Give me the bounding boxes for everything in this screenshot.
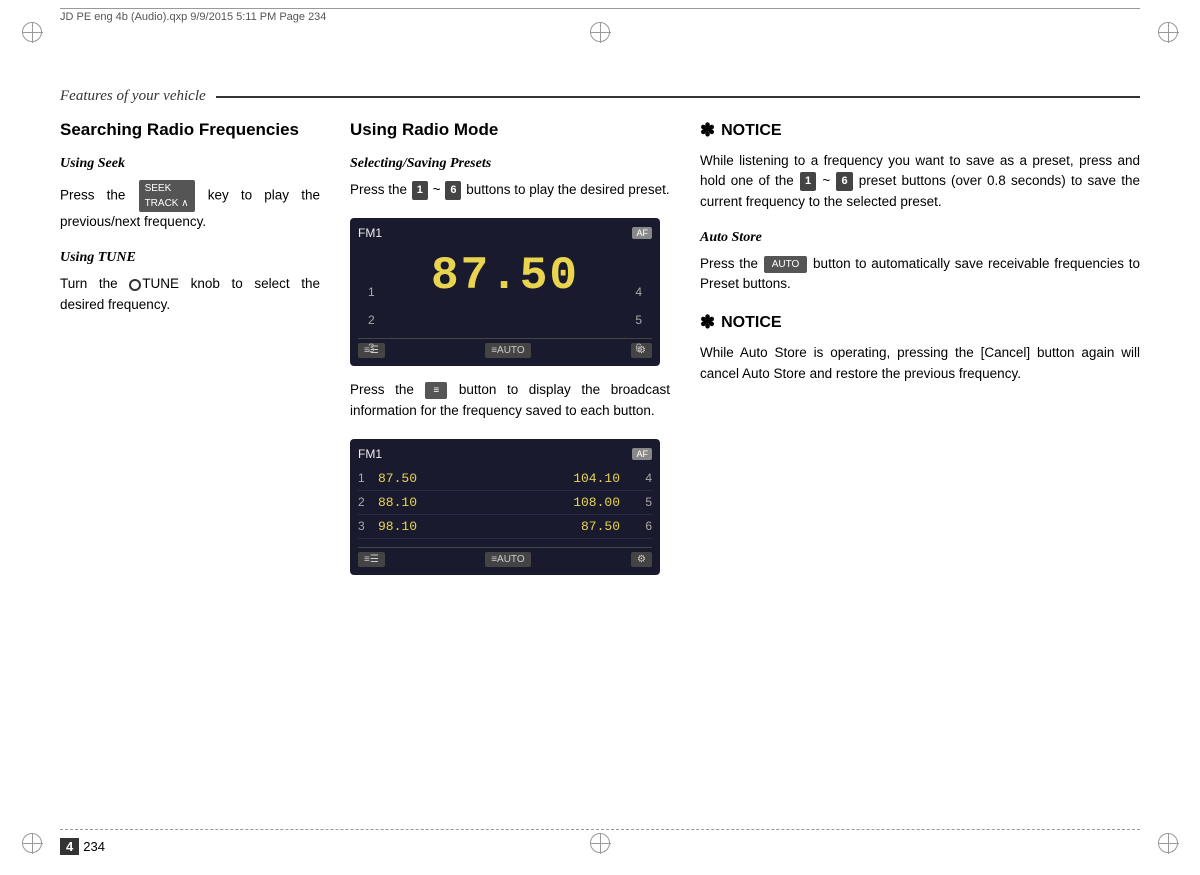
preset-num-2: 2 [368,313,375,327]
preset-freq-l-1: 87.50 [378,471,499,486]
selecting-heading: Selecting/Saving Presets [350,156,670,172]
preset-num-4: 4 [635,285,642,299]
notice2-heading: ✽ NOTICE [700,312,1140,333]
middle-column: Using Radio Mode Selecting/Saving Preset… [340,120,690,815]
preset-num-6: 6 [635,341,642,355]
tune-circle-icon [129,279,141,291]
preset-num-l-1: 1 [358,471,378,485]
radio-label-1: FM1 [358,226,382,240]
preset-num-1: 1 [368,285,375,299]
radio-left-numbers-1: 1 2 3 [368,285,375,355]
selecting-text-1: Press the [350,182,407,197]
info-display-button[interactable]: ≡ [425,382,447,399]
af-badge-1: AF [632,227,652,239]
notice1-heading: ✽ NOTICE [700,120,1140,141]
right-column: ✽ NOTICE While listening to a frequency … [690,120,1140,815]
section-title-line [216,96,1140,98]
preset-btn-1[interactable]: 1 [412,181,428,200]
page-number-area: 4 234 [60,838,105,855]
selecting-text-2: buttons to play the desired preset. [466,182,669,197]
preset-freq-r-3: 87.50 [499,519,636,534]
seek-track-button[interactable]: SEEKTRACK ∧ [139,180,195,212]
page-num-suffix: 234 [83,839,105,854]
radio2-icon-left[interactable]: ≡☰ [358,552,385,567]
header-bar: JD PE eng 4b (Audio).qxp 9/9/2015 5:11 P… [60,8,1140,25]
radio-label-2: FM1 [358,447,382,461]
radio-icon-mid[interactable]: ≡AUTO [485,343,530,358]
tune-text-before: Turn the [60,276,118,291]
radio-right-numbers-1: 4 5 6 [635,285,642,355]
preset-row-1: 1 87.50 104.10 4 [358,467,652,491]
using-tune-heading: Using TUNE [60,250,320,266]
reg-mark-top-left [22,22,42,42]
af-badge-2: AF [632,448,652,460]
notice2-text: While Auto Store is operating, pressing … [700,343,1140,384]
preset-num-r-2: 5 [636,495,652,509]
left-heading: Searching Radio Frequencies [60,120,320,140]
notice1-btn6[interactable]: 6 [836,172,852,191]
using-tune-text: Turn the TUNE knob to select the desired… [60,274,320,315]
preset-num-l-3: 3 [358,519,378,533]
notice2-star: ✽ [700,312,715,333]
bottom-divider [60,829,1140,830]
auto-store-heading: Auto Store [700,230,1140,246]
header-text: JD PE eng 4b (Audio).qxp 9/9/2015 5:11 P… [60,9,1140,25]
radio-bottom-bar-1: ≡☰ ≡AUTO ⚙ [358,338,652,358]
left-column: Searching Radio Frequencies Using Seek P… [60,120,340,815]
auto-store-button[interactable]: AUTO [764,256,808,273]
using-seek-heading: Using Seek [60,156,320,172]
preset-num-r-3: 6 [636,519,652,533]
seek-text-before: Press the [60,188,125,203]
auto-store-text: Press the AUTO button to automatically s… [700,254,1140,295]
reg-mark-bottom-left [22,833,42,853]
preset-freq-r-1: 104.10 [499,471,636,486]
preset-freq-l-3: 98.10 [378,519,499,534]
notice1-star: ✽ [700,120,715,141]
reg-mark-bottom-right [1158,833,1178,853]
preset-freq-r-2: 108.00 [499,495,636,510]
main-content: Searching Radio Frequencies Using Seek P… [60,120,1140,815]
notice1-text: While listening to a frequency you want … [700,151,1140,212]
radio2-icon-mid[interactable]: ≡AUTO [485,552,530,567]
preset-list: 1 87.50 104.10 4 2 88.10 108.00 5 3 98.1… [358,467,652,539]
reg-mark-top-center [590,22,610,42]
mid-heading: Using Radio Mode [350,120,670,140]
preset-num-3: 3 [368,341,375,355]
preset-row-3: 3 98.10 87.50 6 [358,515,652,539]
radio-main-freq-1: 87.50 [358,250,652,302]
radio2-icon-right[interactable]: ⚙ [631,552,652,567]
preset-num-r-1: 4 [636,471,652,485]
radio-top-bar-2: FM1 AF [358,447,652,461]
radio-top-bar-1: FM1 AF [358,226,652,240]
using-seek-text: Press the SEEKTRACK ∧ key to play the pr… [60,180,320,232]
preset-num-l-2: 2 [358,495,378,509]
preset-num-5: 5 [635,313,642,327]
notice1-title: NOTICE [721,122,781,140]
press-info-1: Press the [350,382,414,397]
radio-screen-2: FM1 AF 1 87.50 104.10 4 2 88.10 108.00 5… [350,439,660,575]
notice1-btn1[interactable]: 1 [800,172,816,191]
radio-bottom-bar-2: ≡☰ ≡AUTO ⚙ [358,547,652,567]
notice2-title: NOTICE [721,314,781,332]
selecting-text: Press the 1 ~ 6 buttons to play the desi… [350,180,670,200]
reg-mark-top-right [1158,22,1178,42]
page-num-box: 4 [60,838,79,855]
press-info-text: Press the ≡ button to display the broadc… [350,380,670,421]
section-title: Features of your vehicle [60,88,216,105]
radio-screen-1: FM1 AF 1 2 3 87.50 4 5 6 ≡☰ ≡AUTO ⚙ [350,218,660,366]
section-title-bar: Features of your vehicle [60,88,1140,105]
auto-store-text-1: Press the [700,256,758,271]
reg-mark-bottom-center [590,833,610,853]
preset-row-2: 2 88.10 108.00 5 [358,491,652,515]
preset-btn-6[interactable]: 6 [445,181,461,200]
preset-freq-l-2: 88.10 [378,495,499,510]
